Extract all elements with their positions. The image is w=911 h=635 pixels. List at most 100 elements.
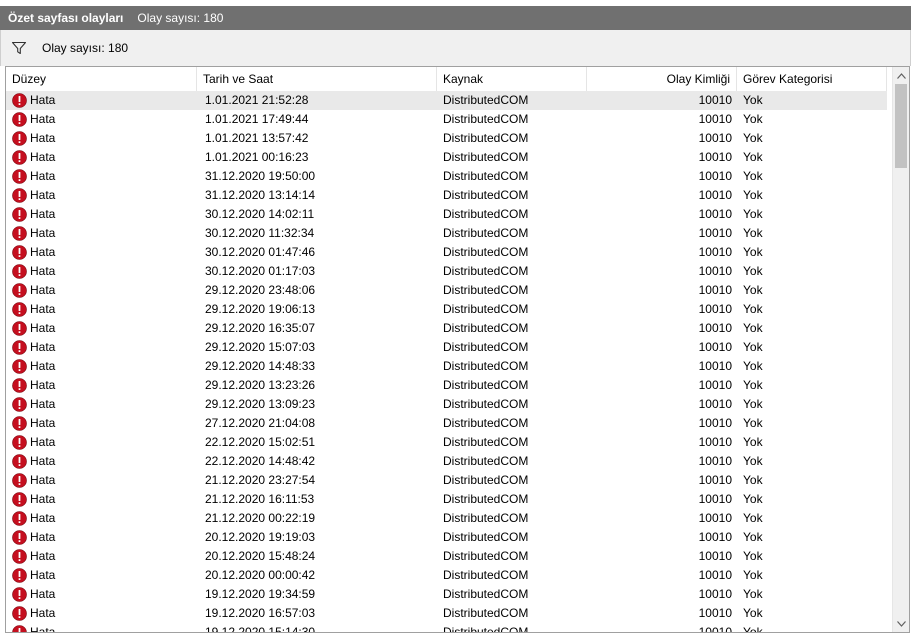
date-time-cell: 22.12.2020 14:48:42 — [205, 454, 316, 468]
table-row[interactable]: Hata 29.12.2020 13:23:26 DistributedCOM 100… — [6, 376, 887, 395]
table-row[interactable]: Hata 20.12.2020 00:00:42 DistributedCOM 100… — [6, 566, 887, 585]
date-time-cell: 20.12.2020 15:48:24 — [205, 549, 316, 563]
table-row[interactable]: Hata 27.12.2020 21:04:08 DistributedCOM 100… — [6, 414, 887, 433]
level-text: Hata — [30, 93, 56, 107]
table-row[interactable]: Hata 20.12.2020 15:48:24 DistributedCOM 100… — [6, 547, 887, 566]
column-header-event-id[interactable]: Olay Kimliği — [587, 67, 737, 91]
event-id-cell: 10010 — [698, 378, 732, 392]
level-cell: Hata — [6, 433, 197, 452]
task-category-cell: Yok — [743, 169, 763, 183]
panel-title-bar: Özet sayfası olayları Olay sayısı: 180 — [0, 6, 911, 30]
level-text: Hata — [30, 568, 56, 582]
date-time-cell: 1.01.2021 13:57:42 — [205, 131, 309, 145]
task-category-cell: Yok — [743, 245, 763, 259]
source-cell: DistributedCOM — [443, 283, 529, 297]
table-row[interactable]: Hata 29.12.2020 16:35:07 DistributedCOM 100… — [6, 319, 887, 338]
level-cell: Hata — [6, 623, 197, 632]
column-header-source[interactable]: Kaynak — [437, 67, 587, 91]
filter-icon[interactable] — [11, 40, 27, 56]
level-text: Hata — [30, 549, 56, 563]
source-cell: DistributedCOM — [443, 131, 529, 145]
date-time-cell: 30.12.2020 01:47:46 — [205, 245, 316, 259]
task-category-cell: Yok — [743, 492, 763, 506]
vertical-scrollbar[interactable] — [892, 67, 909, 632]
table-header: Düzey Tarih ve Saat Kaynak Olay Kimliği … — [6, 67, 887, 92]
source-cell: DistributedCOM — [443, 245, 529, 259]
error-icon — [12, 169, 27, 184]
source-cell: DistributedCOM — [443, 549, 529, 563]
table-row[interactable]: Hata 20.12.2020 19:19:03 DistributedCOM 100… — [6, 528, 887, 547]
level-cell: Hata — [6, 395, 197, 414]
table-row[interactable]: Hata 31.12.2020 13:14:14 DistributedCOM 100… — [6, 186, 887, 205]
scroll-down-arrow-icon[interactable] — [893, 615, 909, 632]
source-cell: DistributedCOM — [443, 321, 529, 335]
table-row[interactable]: Hata 21.12.2020 16:11:53 DistributedCOM 100… — [6, 490, 887, 509]
task-category-cell: Yok — [743, 397, 763, 411]
column-header-task-category[interactable]: Görev Kategorisi — [737, 67, 887, 91]
event-id-cell: 10010 — [698, 283, 732, 297]
level-text: Hata — [30, 492, 56, 506]
event-id-cell: 10010 — [698, 568, 732, 582]
error-icon — [12, 359, 27, 374]
table-row[interactable]: Hata 29.12.2020 15:07:03 DistributedCOM 100… — [6, 338, 887, 357]
error-icon — [12, 530, 27, 545]
level-text: Hata — [30, 245, 56, 259]
error-icon — [12, 435, 27, 450]
date-time-cell: 1.01.2021 00:16:23 — [205, 150, 309, 164]
table-row[interactable]: Hata 30.12.2020 01:47:46 DistributedCOM 100… — [6, 243, 887, 262]
table-row[interactable]: Hata 31.12.2020 19:50:00 DistributedCOM 100… — [6, 167, 887, 186]
column-header-date-time[interactable]: Tarih ve Saat — [197, 67, 437, 91]
table-row[interactable]: Hata 30.12.2020 01:17:03 DistributedCOM 100… — [6, 262, 887, 281]
table-row[interactable]: Hata 21.12.2020 00:22:19 DistributedCOM 100… — [6, 509, 887, 528]
level-cell: Hata — [6, 604, 197, 623]
level-text: Hata — [30, 264, 56, 278]
table-row[interactable]: Hata 30.12.2020 11:32:34 DistributedCOM 100… — [6, 224, 887, 243]
task-category-cell: Yok — [743, 302, 763, 316]
table-row[interactable]: Hata 21.12.2020 23:27:54 DistributedCOM 100… — [6, 471, 887, 490]
scroll-up-arrow-icon[interactable] — [893, 67, 909, 84]
error-icon — [12, 207, 27, 222]
event-id-cell: 10010 — [698, 93, 732, 107]
table-row[interactable]: Hata 22.12.2020 14:48:42 DistributedCOM 100… — [6, 452, 887, 471]
table-row[interactable]: Hata 19.12.2020 19:34:59 DistributedCOM 100… — [6, 585, 887, 604]
event-id-cell: 10010 — [698, 492, 732, 506]
level-text: Hata — [30, 150, 56, 164]
task-category-cell: Yok — [743, 625, 763, 633]
table-row[interactable]: Hata 29.12.2020 14:48:33 DistributedCOM 100… — [6, 357, 887, 376]
column-header-level[interactable]: Düzey — [6, 67, 197, 91]
task-category-cell: Yok — [743, 207, 763, 221]
table-row[interactable]: Hata 19.12.2020 15:14:30 DistributedCOM 100… — [6, 623, 887, 633]
date-time-cell: 1.01.2021 21:52:28 — [205, 93, 309, 107]
table-row[interactable]: Hata 29.12.2020 19:06:13 DistributedCOM 100… — [6, 300, 887, 319]
level-cell: Hata — [6, 91, 197, 110]
source-cell: DistributedCOM — [443, 112, 529, 126]
source-cell: DistributedCOM — [443, 93, 529, 107]
scrollbar-thumb[interactable] — [895, 84, 907, 168]
task-category-cell: Yok — [743, 150, 763, 164]
table-row[interactable]: Hata 1.01.2021 17:49:44 DistributedCOM 1001… — [6, 110, 887, 129]
event-id-cell: 10010 — [698, 321, 732, 335]
level-cell: Hata — [6, 357, 197, 376]
source-cell: DistributedCOM — [443, 530, 529, 544]
table-row[interactable]: Hata 19.12.2020 16:57:03 DistributedCOM 100… — [6, 604, 887, 623]
table-row[interactable]: Hata 1.01.2021 00:16:23 DistributedCOM 1001… — [6, 148, 887, 167]
table-row[interactable]: Hata 29.12.2020 23:48:06 DistributedCOM 100… — [6, 281, 887, 300]
table-row[interactable]: Hata 1.01.2021 13:57:42 DistributedCOM 1001… — [6, 129, 887, 148]
level-cell: Hata — [6, 110, 197, 129]
date-time-cell: 20.12.2020 19:19:03 — [205, 530, 316, 544]
date-time-cell: 29.12.2020 19:06:13 — [205, 302, 316, 316]
date-time-cell: 21.12.2020 16:11:53 — [205, 492, 315, 506]
event-id-cell: 10010 — [698, 435, 732, 449]
level-text: Hata — [30, 131, 56, 145]
table-row[interactable]: Hata 22.12.2020 15:02:51 DistributedCOM 100… — [6, 433, 887, 452]
table-row[interactable]: Hata 30.12.2020 14:02:11 DistributedCOM 100… — [6, 205, 887, 224]
event-id-cell: 10010 — [698, 473, 732, 487]
level-cell: Hata — [6, 585, 197, 604]
task-category-cell: Yok — [743, 93, 763, 107]
level-text: Hata — [30, 321, 56, 335]
source-cell: DistributedCOM — [443, 511, 529, 525]
table-row[interactable]: Hata 29.12.2020 13:09:23 DistributedCOM 100… — [6, 395, 887, 414]
date-time-cell: 21.12.2020 23:27:54 — [205, 473, 316, 487]
task-category-cell: Yok — [743, 188, 763, 202]
table-row[interactable]: Hata 1.01.2021 21:52:28 DistributedCOM 1001… — [6, 91, 887, 110]
